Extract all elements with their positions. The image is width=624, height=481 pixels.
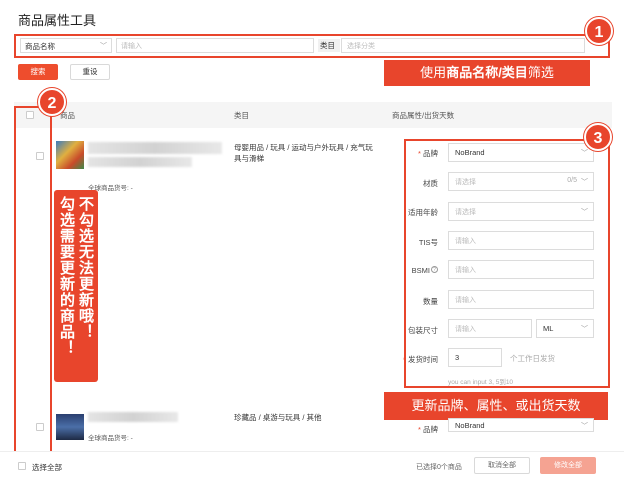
product-thumbnail[interactable] (56, 141, 84, 169)
header-product: 商品 (60, 111, 75, 120)
chevron-down-icon: ﹀ (100, 43, 107, 50)
product-name-blurred (88, 142, 222, 154)
step-badge-3: 3 (584, 123, 612, 151)
search-field-value: 商品名称 (25, 42, 55, 51)
category-select[interactable]: 选择分类 (341, 38, 585, 53)
table-header (14, 102, 612, 128)
footer-bar (0, 451, 624, 481)
callout-filter-bold: 商品名称/类目 (446, 65, 528, 80)
callout-checkbox-line2: 勾选需要更新的商品！ (58, 196, 75, 356)
brand-label: * 品牌 (417, 425, 438, 434)
product-thumbnail[interactable] (56, 414, 84, 440)
callout-filter-suffix: 筛选 (527, 65, 554, 80)
cancel-all-button[interactable]: 取消全部 (474, 457, 530, 474)
callout-update: 更新品牌、属性、或出货天数 (384, 392, 608, 420)
callout-checkbox-line1: 不勾选无法更新哦！ (77, 196, 94, 340)
attributes-highlight (404, 139, 610, 388)
select-all-checkbox[interactable] (18, 462, 26, 470)
product-category: 母婴用品 / 玩具 / 运动与户外玩具 / 充气玩具与滑梯 (234, 143, 373, 163)
reset-button[interactable]: 重设 (70, 64, 110, 80)
product-name-blurred (88, 412, 178, 422)
select-all-label[interactable]: 选择全部 (32, 462, 62, 473)
brand-value: NoBrand (455, 421, 485, 430)
product-category: 珍藏品 / 桌游与玩具 / 其他 (234, 413, 322, 422)
keyword-placeholder: 请输入 (121, 43, 142, 50)
category-label: 类目 (318, 39, 340, 52)
product-checkbox[interactable] (36, 423, 44, 431)
step-badge-2: 2 (38, 88, 66, 116)
checkbox-column-highlight (14, 106, 52, 474)
search-button[interactable]: 搜索 (18, 64, 58, 80)
step-badge-1: 1 (585, 17, 613, 45)
update-all-button[interactable]: 修改全部 (540, 457, 596, 474)
product-name-blurred (88, 157, 192, 167)
selected-count: 已选择0个商品 (416, 464, 462, 471)
search-field-select[interactable]: 商品名称 ﹀ (20, 38, 112, 53)
category-placeholder: 选择分类 (347, 43, 375, 50)
brand-label-text: 品牌 (423, 425, 438, 434)
chevron-down-icon: ﹀ (581, 423, 588, 430)
brand-select[interactable]: NoBrand ﹀ (448, 418, 594, 432)
header-category: 类目 (234, 111, 249, 120)
callout-filter-prefix: 使用 (420, 65, 447, 80)
header-attributes: 商品属性/出货天数 (392, 111, 455, 120)
product-checkbox[interactable] (36, 152, 44, 160)
global-sku: 全球商品货号: - (88, 435, 133, 442)
callout-checkbox: 不勾选无法更新哦！ 勾选需要更新的商品！ (54, 190, 98, 382)
keyword-input[interactable]: 请输入 (116, 38, 314, 53)
page-title: 商品属性工具 (18, 13, 97, 28)
callout-filter: 使用商品名称/类目筛选 (384, 60, 590, 86)
